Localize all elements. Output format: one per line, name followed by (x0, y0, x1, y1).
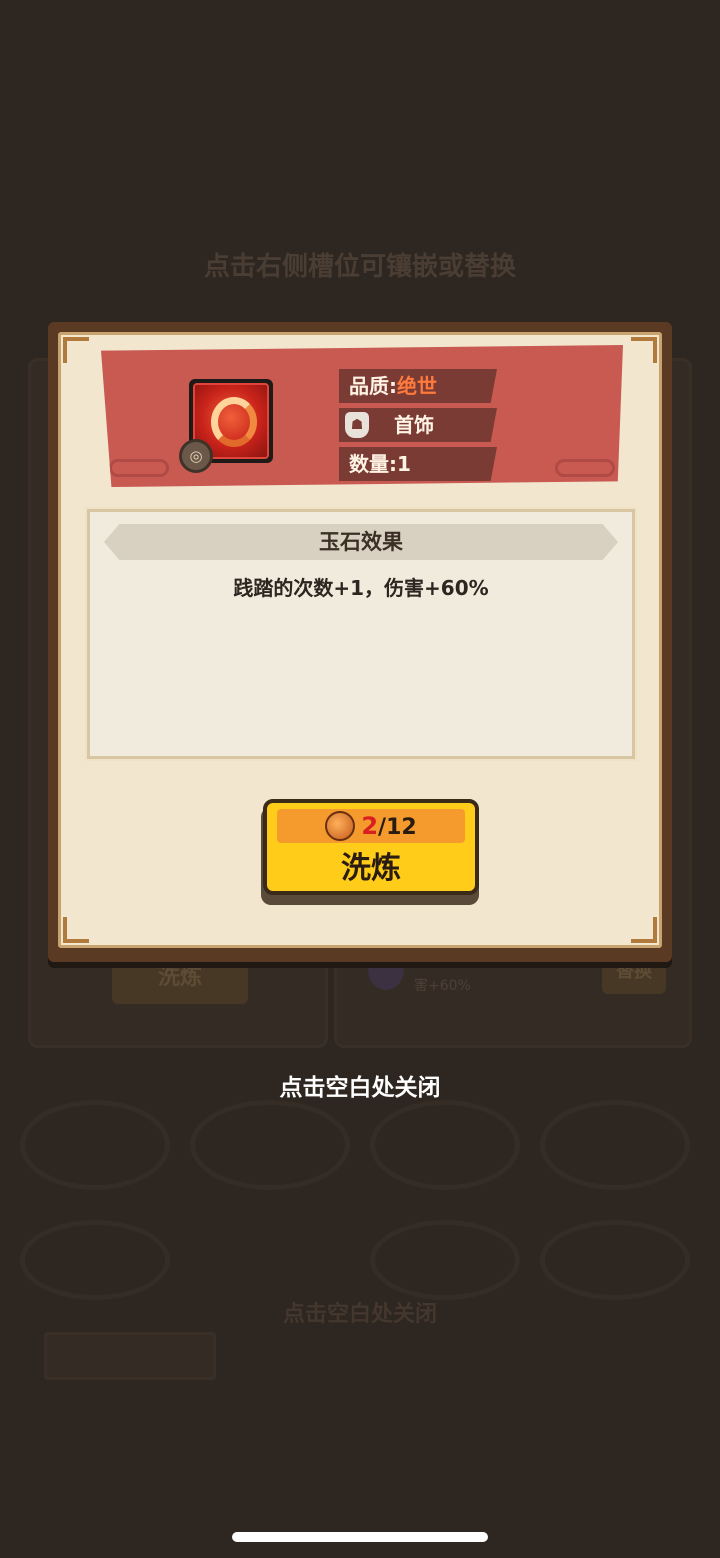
tap-to-close-hint[interactable]: 点击空白处关闭 (0, 1068, 720, 1102)
socket-badge-icon: ◎ (179, 439, 213, 473)
background-decor-4 (540, 1100, 690, 1190)
effect-panel: 玉石效果 践踏的次数+1，伤害+60% (85, 507, 637, 761)
refine-count-separator: / (378, 815, 387, 840)
corner-ornament-bottom-left (63, 917, 89, 943)
corner-ornament-bottom-right (631, 917, 657, 943)
quantity-row: 数量:1 (339, 447, 497, 481)
quality-row: 品质:绝世 (339, 369, 497, 403)
refine-count-max: 12 (386, 815, 417, 840)
modal-paper: ◎ 品质:绝世 ☗ 首饰 数量:1 玉石效果 践踏的次数+1，伤害+60% 2/… (58, 332, 662, 948)
background-decor-6 (370, 1220, 520, 1300)
refine-cost-bar: 2/12 (277, 809, 465, 843)
quantity-value: 1 (397, 452, 411, 476)
banner-swirl-left (109, 459, 169, 477)
background-decor-1 (20, 1100, 170, 1190)
background-close-hint: 点击空白处关闭 (282, 1302, 437, 1327)
corner-ornament-top-left (63, 337, 89, 363)
background-slot-hint: 点击右侧槽位可镶嵌或替换 (203, 252, 516, 282)
refine-button[interactable]: 2/12 洗炼 (263, 799, 479, 895)
quality-value: 绝世 (397, 374, 437, 398)
spiral-jade-icon (211, 397, 257, 447)
effect-title: 玉石效果 (104, 524, 618, 560)
quality-label: 品质: (349, 374, 397, 398)
background-tab (44, 1332, 216, 1380)
background-row-text: 害+60% (414, 978, 471, 994)
item-detail-modal: ◎ 品质:绝世 ☗ 首饰 数量:1 玉石效果 践踏的次数+1，伤害+60% 2/… (48, 322, 672, 962)
corner-ornament-top-right (631, 337, 657, 363)
home-indicator[interactable] (232, 1532, 488, 1542)
banner-swirl-right (555, 459, 615, 477)
background-decor-5 (20, 1220, 170, 1300)
refine-count-current: 2 (361, 812, 379, 840)
type-row: ☗ 首饰 (339, 408, 497, 442)
type-label: 首饰 (394, 413, 434, 437)
background-refine-button: 洗炼 (112, 958, 248, 1004)
quantity-label: 数量: (349, 452, 397, 476)
background-decor-3 (370, 1100, 520, 1190)
refine-button-label: 洗炼 (341, 851, 401, 886)
dragon-token-icon (325, 811, 356, 841)
effect-description: 践踏的次数+1，伤害+60% (233, 576, 489, 600)
background-decor-2 (190, 1100, 350, 1190)
background-decor-7 (540, 1220, 690, 1300)
